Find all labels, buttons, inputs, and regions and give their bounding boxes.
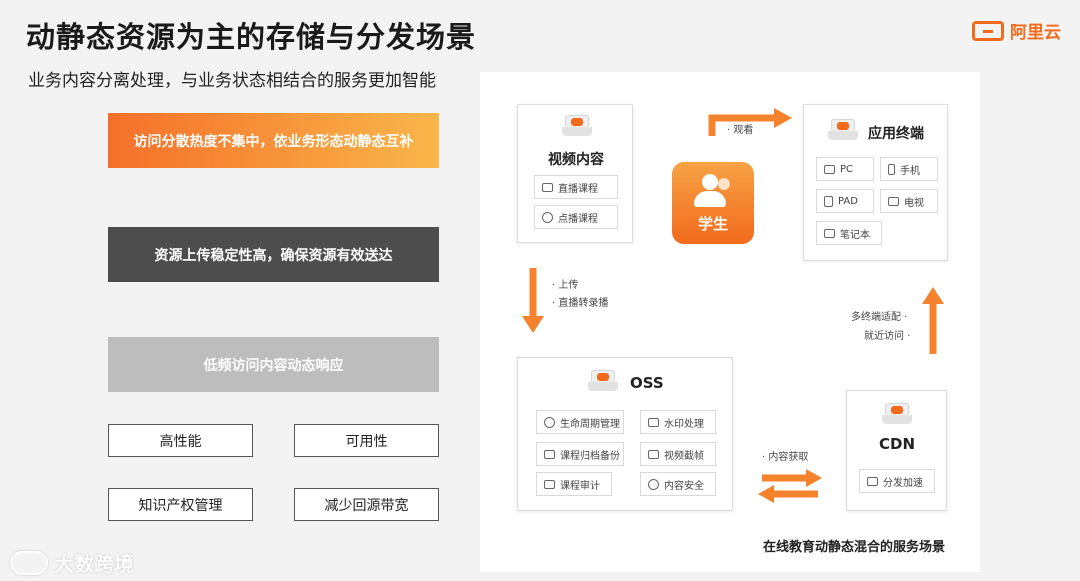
play-icon — [542, 211, 553, 223]
chip-frame-capture: 视频截帧 — [640, 442, 716, 466]
diagram-caption: 在线教育动静态混合的服务场景 — [763, 540, 946, 555]
watermark-logo-icon — [10, 550, 48, 575]
tv-icon — [888, 196, 899, 206]
cycle-icon — [544, 416, 555, 428]
video-cube-icon — [562, 115, 592, 137]
flow-label-upload: · 上传 — [552, 280, 579, 291]
flow-label-transcode: · 直播转录播 — [552, 298, 609, 309]
bar-chart-icon — [544, 479, 555, 489]
cdn-card-title: CDN — [879, 435, 916, 453]
flow-label-multi-adapt: 多终端适配 · — [851, 312, 908, 323]
tablet-icon — [824, 195, 833, 207]
monitor-icon — [824, 164, 835, 174]
video-content-card: 视频内容 直播课程 点播课程 — [517, 104, 633, 243]
chip-content-security: 内容安全 — [640, 472, 716, 496]
image-icon — [648, 417, 659, 427]
terminal-card-title: 应用终端 — [868, 126, 924, 142]
student-card: 学生 — [672, 162, 754, 244]
chip-laptop: 笔记本 — [816, 221, 882, 245]
crop-icon — [648, 449, 659, 459]
video-card-title: 视频内容 — [548, 152, 604, 168]
watermark: 大数跨境 — [10, 548, 134, 577]
live-icon — [542, 182, 553, 192]
watermark-text: 大数跨境 — [54, 552, 134, 576]
chip-pc: PC — [816, 157, 874, 181]
user-icon — [694, 174, 732, 210]
chip-phone: 手机 — [880, 157, 938, 181]
chip-tv: 电视 — [880, 189, 938, 213]
chip-pad: PAD — [816, 189, 874, 213]
flow-label-fetch: · 内容获取 — [762, 452, 809, 463]
accelerate-icon — [867, 476, 878, 486]
terminal-card: 应用终端 PC 手机 PAD 电视 笔记本 — [803, 104, 948, 261]
student-label: 学生 — [697, 215, 728, 233]
chip-audit: 课程审计 — [536, 472, 612, 496]
laptop-icon — [824, 228, 835, 238]
layers-icon — [544, 449, 555, 459]
oss-card-title: OSS — [630, 374, 664, 392]
chip-vod-course: 点播课程 — [534, 205, 618, 229]
terminal-cube-icon — [828, 119, 858, 141]
shield-icon — [648, 478, 659, 490]
chip-archive: 课程归档备份 — [536, 442, 624, 466]
chip-watermark: 水印处理 — [640, 410, 716, 434]
flow-label-watch: · 观看 — [727, 125, 754, 136]
oss-cube-icon — [588, 370, 618, 392]
cdn-card: CDN 分发加速 — [846, 390, 947, 511]
chip-live-course: 直播课程 — [534, 175, 618, 199]
cdn-cube-icon — [882, 403, 912, 425]
phone-icon — [888, 163, 895, 175]
chip-acceleration: 分发加速 — [859, 469, 935, 493]
oss-card: OSS 生命周期管理 水印处理 课程归档备份 视频截帧 课程审计 内容安全 — [517, 357, 733, 511]
flow-label-nearby: 就近访问 · — [864, 331, 911, 342]
chip-lifecycle: 生命周期管理 — [536, 410, 624, 434]
